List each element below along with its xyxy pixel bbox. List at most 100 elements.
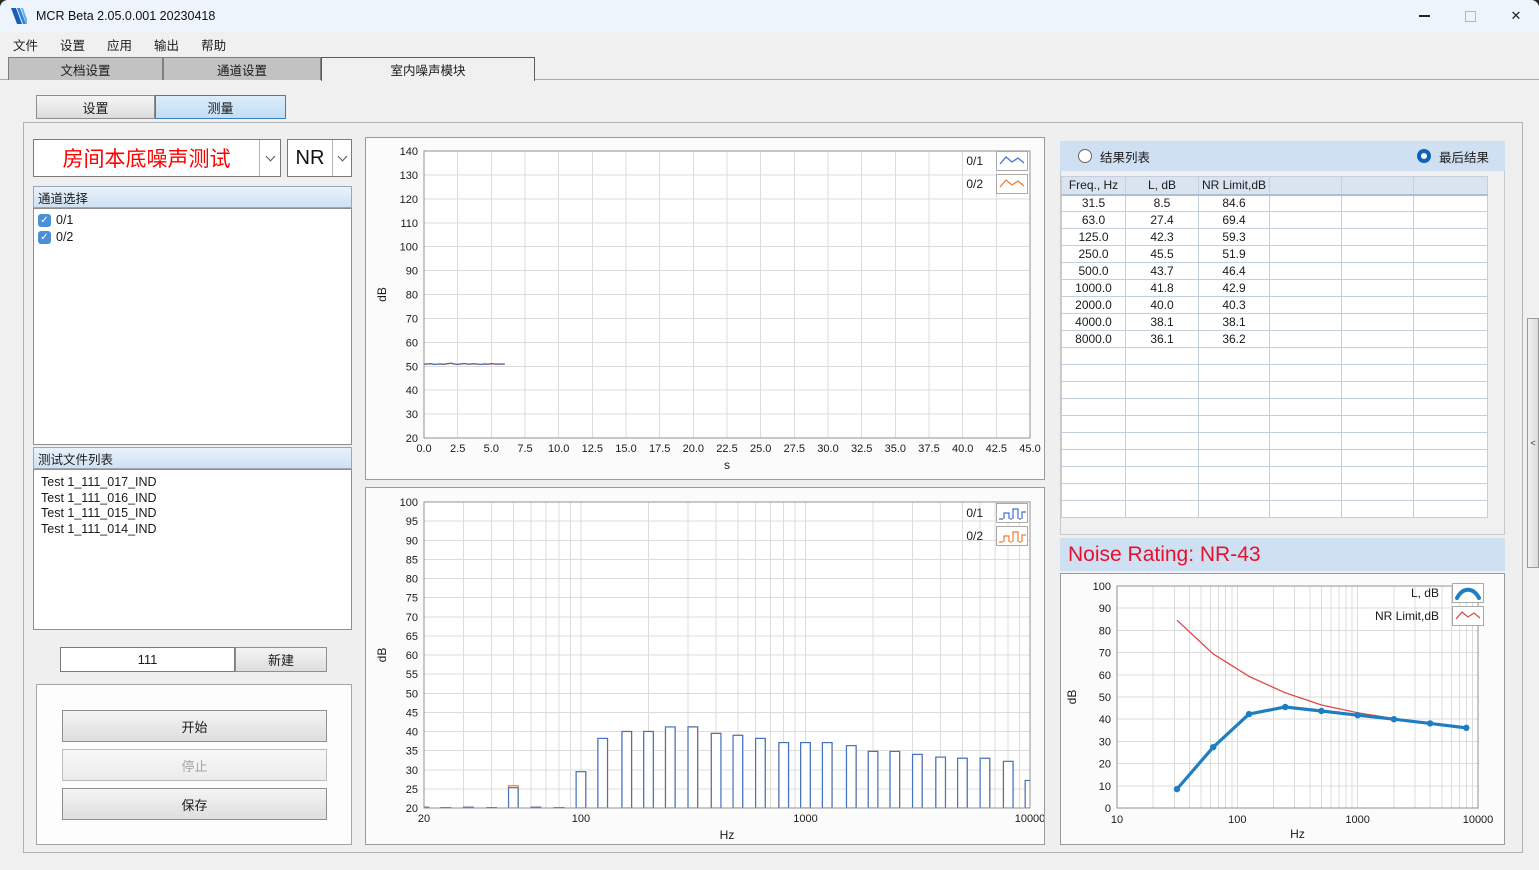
maximize-button[interactable] bbox=[1447, 0, 1493, 32]
panel-collapse-handle[interactable]: < bbox=[1527, 318, 1539, 568]
start-button[interactable]: 开始 bbox=[62, 710, 327, 742]
close-button[interactable]: ✕ bbox=[1493, 0, 1539, 32]
table-cell bbox=[1342, 331, 1414, 348]
checkbox-checked-icon[interactable]: ✓ bbox=[38, 214, 51, 227]
legend-item[interactable]: L, dB bbox=[1375, 583, 1484, 603]
test-name-combo[interactable]: 房间本底噪声测试 bbox=[33, 139, 281, 177]
table-cell bbox=[1342, 501, 1414, 518]
close-icon: ✕ bbox=[1511, 8, 1522, 24]
table-cell bbox=[1126, 467, 1199, 484]
legend-item[interactable]: 0/1 bbox=[966, 151, 1028, 171]
table-row[interactable]: 8000.036.136.2 bbox=[1062, 331, 1488, 348]
subtab-settings[interactable]: 设置 bbox=[36, 95, 155, 119]
channel-item[interactable]: ✓ 0/1 bbox=[38, 212, 351, 229]
stop-button[interactable]: 停止 bbox=[62, 749, 327, 781]
legend-series-icon[interactable] bbox=[996, 526, 1028, 546]
nr-combo-arrow[interactable] bbox=[332, 140, 351, 176]
svg-text:50: 50 bbox=[1099, 692, 1111, 704]
table-cell bbox=[1342, 348, 1414, 365]
table-cell bbox=[1062, 450, 1126, 467]
legend-series-icon[interactable] bbox=[996, 151, 1028, 171]
table-cell: 40.3 bbox=[1199, 297, 1270, 314]
table-cell: 1000.0 bbox=[1062, 280, 1126, 297]
time-history-chart-panel: 0.02.55.07.510.012.515.017.520.022.525.0… bbox=[365, 137, 1045, 480]
list-item[interactable]: Test 1_111_015_IND bbox=[38, 506, 351, 522]
table-cell bbox=[1342, 195, 1414, 212]
table-cell bbox=[1270, 501, 1342, 518]
results-table[interactable]: Freq., HzL, dBNR Limit,dB31.58.584.663.0… bbox=[1061, 176, 1488, 518]
svg-text:5.0: 5.0 bbox=[484, 443, 499, 455]
channel-item[interactable]: ✓ 0/2 bbox=[38, 229, 351, 246]
tab-channel-settings[interactable]: 通道设置 bbox=[163, 57, 321, 80]
svg-text:100: 100 bbox=[1093, 581, 1111, 593]
table-cell bbox=[1342, 229, 1414, 246]
table-row[interactable]: 31.58.584.6 bbox=[1062, 195, 1488, 212]
table-cell: 43.7 bbox=[1126, 263, 1199, 280]
nr-chart-legend: L, dB NR Limit,dB bbox=[1375, 583, 1484, 626]
svg-text:10000: 10000 bbox=[1463, 814, 1494, 826]
menu-item-settings[interactable]: 设置 bbox=[49, 32, 96, 57]
table-cell: 2000.0 bbox=[1062, 297, 1126, 314]
table-row-empty bbox=[1062, 416, 1488, 433]
minimize-button[interactable] bbox=[1401, 0, 1447, 32]
table-cell: 59.3 bbox=[1199, 229, 1270, 246]
menu-item-help[interactable]: 帮助 bbox=[190, 32, 237, 57]
legend-series-icon[interactable] bbox=[1452, 583, 1484, 603]
legend-series-icon[interactable] bbox=[996, 503, 1028, 523]
menu-item-file[interactable]: 文件 bbox=[2, 32, 49, 57]
svg-text:50: 50 bbox=[406, 361, 418, 373]
test-name-combo-arrow[interactable] bbox=[259, 140, 280, 176]
tab-indoor-noise-module[interactable]: 室内噪声模块 bbox=[321, 57, 535, 81]
legend-item[interactable]: 0/1 bbox=[966, 503, 1028, 523]
table-cell bbox=[1199, 416, 1270, 433]
tab-document-settings[interactable]: 文档设置 bbox=[8, 57, 163, 80]
table-cell bbox=[1414, 433, 1488, 450]
table-cell bbox=[1414, 229, 1488, 246]
table-cell bbox=[1414, 195, 1488, 212]
legend-item[interactable]: 0/2 bbox=[966, 526, 1028, 546]
new-button[interactable]: 新建 bbox=[235, 647, 327, 672]
table-row[interactable]: 4000.038.138.1 bbox=[1062, 314, 1488, 331]
table-cell bbox=[1199, 399, 1270, 416]
table-row[interactable]: 2000.040.040.3 bbox=[1062, 297, 1488, 314]
table-row-empty bbox=[1062, 484, 1488, 501]
table-cell bbox=[1062, 484, 1126, 501]
nr-standard-combo[interactable]: NR bbox=[287, 139, 352, 177]
table-row[interactable]: 500.043.746.4 bbox=[1062, 263, 1488, 280]
table-cell bbox=[1270, 484, 1342, 501]
save-button[interactable]: 保存 bbox=[62, 788, 327, 820]
channel-list[interactable]: ✓ 0/1 ✓ 0/2 bbox=[33, 208, 352, 445]
table-row[interactable]: 1000.041.842.9 bbox=[1062, 280, 1488, 297]
test-file-list[interactable]: Test 1_111_017_IND Test 1_111_016_IND Te… bbox=[33, 469, 352, 630]
legend-series-icon[interactable] bbox=[1452, 606, 1484, 626]
table-row-empty bbox=[1062, 450, 1488, 467]
table-row-empty bbox=[1062, 365, 1488, 382]
last-result-radio[interactable]: 最后结果 bbox=[1417, 147, 1489, 166]
test-file-list-header: 测试文件列表 bbox=[33, 447, 352, 469]
table-row[interactable]: 63.027.469.4 bbox=[1062, 212, 1488, 229]
table-row[interactable]: 250.045.551.9 bbox=[1062, 246, 1488, 263]
subtab-measure[interactable]: 测量 bbox=[155, 95, 286, 119]
results-list-radio[interactable]: 结果列表 bbox=[1078, 147, 1150, 166]
legend-item[interactable]: NR Limit,dB bbox=[1375, 606, 1484, 626]
list-item[interactable]: Test 1_111_017_IND bbox=[38, 475, 351, 491]
menu-item-output[interactable]: 输出 bbox=[143, 32, 190, 57]
table-cell: 31.5 bbox=[1062, 195, 1126, 212]
menu-item-application[interactable]: 应用 bbox=[96, 32, 143, 57]
minimize-icon bbox=[1419, 15, 1430, 17]
legend-series-icon[interactable] bbox=[996, 174, 1028, 194]
list-item[interactable]: Test 1_111_016_IND bbox=[38, 491, 351, 507]
svg-text:140: 140 bbox=[400, 146, 418, 158]
file-name-input[interactable]: 111 bbox=[60, 647, 235, 672]
checkbox-checked-icon[interactable]: ✓ bbox=[38, 231, 51, 244]
table-cell bbox=[1414, 263, 1488, 280]
svg-text:17.5: 17.5 bbox=[649, 443, 670, 455]
table-cell: 8000.0 bbox=[1062, 331, 1126, 348]
svg-text:100: 100 bbox=[572, 813, 590, 825]
list-item[interactable]: Test 1_111_014_IND bbox=[38, 522, 351, 538]
svg-text:30: 30 bbox=[406, 765, 418, 777]
legend-item[interactable]: 0/2 bbox=[966, 174, 1028, 194]
time-chart-legend: 0/10/2 bbox=[966, 151, 1028, 194]
svg-text:dB: dB bbox=[1065, 690, 1079, 705]
table-row[interactable]: 125.042.359.3 bbox=[1062, 229, 1488, 246]
